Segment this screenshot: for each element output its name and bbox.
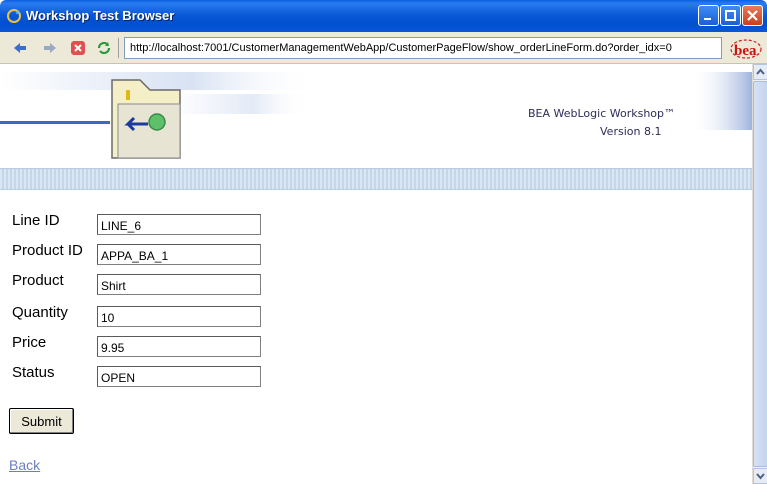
- minimize-button[interactable]: [698, 5, 719, 26]
- chevron-up-icon: [756, 68, 765, 75]
- status-label: Status: [12, 364, 55, 381]
- forward-arrow-icon[interactable]: [42, 40, 58, 56]
- back-arrow-icon[interactable]: [12, 40, 28, 56]
- close-icon: [747, 10, 758, 21]
- line-id-label: Line ID: [12, 212, 60, 229]
- back-link[interactable]: Back: [9, 457, 40, 473]
- product-version: Version 8.1: [600, 125, 662, 138]
- url-input[interactable]: http://localhost:7001/CustomerManagement…: [124, 37, 722, 59]
- line-id-input[interactable]: LINE_6: [97, 214, 261, 235]
- maximize-button[interactable]: [720, 5, 741, 26]
- quantity-input[interactable]: 10: [97, 306, 261, 327]
- banner-stripe: [0, 168, 752, 190]
- vertical-scrollbar[interactable]: [752, 64, 767, 484]
- refresh-icon[interactable]: [96, 40, 112, 56]
- submit-button[interactable]: Submit: [9, 408, 74, 434]
- title-bar: Workshop Test Browser: [0, 0, 767, 32]
- svg-text:bea: bea: [734, 43, 757, 59]
- window-title: Workshop Test Browser: [26, 8, 175, 23]
- product-input[interactable]: Shirt: [97, 274, 261, 295]
- minimize-icon: [704, 18, 711, 20]
- product-id-label: Product ID: [12, 242, 83, 259]
- close-button[interactable]: [742, 5, 763, 26]
- price-input[interactable]: 9.95: [97, 336, 261, 357]
- chevron-down-icon: [756, 473, 765, 480]
- folder-icon: [111, 79, 181, 159]
- maximize-icon: [725, 10, 736, 21]
- page-banner: BEA WebLogic Workshop™ Version 8.1: [0, 64, 752, 168]
- price-label: Price: [12, 334, 47, 351]
- bea-logo: bea: [730, 39, 762, 59]
- stop-icon[interactable]: [70, 40, 86, 56]
- quantity-label: Quantity: [12, 304, 68, 321]
- browser-refresh-icon: [7, 9, 21, 23]
- scroll-thumb[interactable]: [753, 81, 767, 467]
- scroll-up-button[interactable]: [753, 64, 767, 80]
- browser-toolbar: http://localhost:7001/CustomerManagement…: [0, 32, 767, 64]
- toolbar-separator: [118, 38, 119, 58]
- page-content: BEA WebLogic Workshop™ Version 8.1 Line …: [0, 64, 752, 484]
- product-id-input[interactable]: APPA_BA_1: [97, 244, 261, 265]
- product-label: Product: [12, 272, 64, 289]
- status-input[interactable]: OPEN: [97, 366, 261, 387]
- product-name: BEA WebLogic Workshop™: [528, 107, 676, 120]
- scroll-down-button[interactable]: [753, 468, 767, 484]
